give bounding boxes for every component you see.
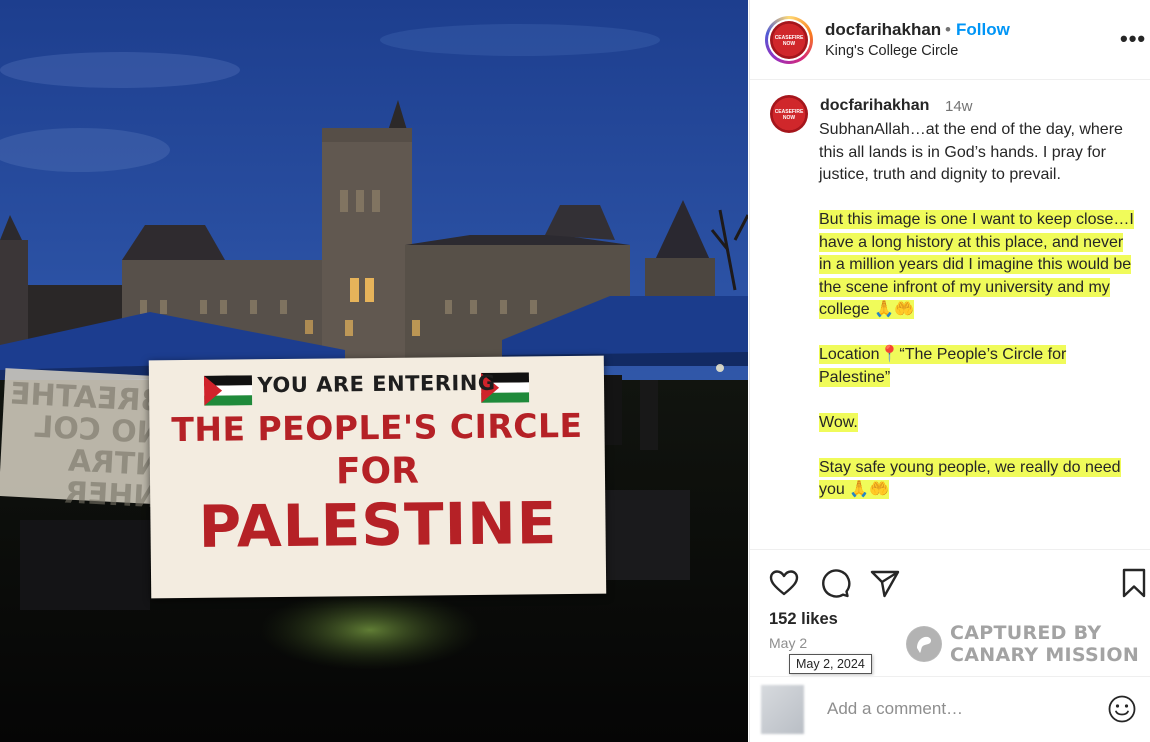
avatar: CEASEFIRE NOW [770, 21, 808, 59]
banner-line-3: FOR [335, 450, 420, 493]
caption-paragraph-highlighted: But this image is one I want to keep clo… [819, 210, 1134, 319]
comment-icon[interactable] [819, 567, 851, 599]
banner-line-2: THE PEOPLE'S CIRCLE [171, 405, 583, 450]
location-link[interactable]: King's College Circle [825, 43, 958, 59]
comment-username[interactable]: docfarihakhan [820, 97, 929, 115]
heart-icon[interactable] [768, 567, 800, 599]
date-tooltip: May 2, 2024 [789, 654, 872, 674]
caption-paragraph: SubhanAllah…at the end of the day, where… [819, 121, 1123, 183]
more-options-icon[interactable]: ••• [1120, 26, 1146, 52]
post-header: CEASEFIRE NOW docfarihakhan • Follow Kin… [750, 0, 1150, 80]
follow-button[interactable]: Follow [956, 20, 1010, 40]
comment-timestamp[interactable]: 14w [945, 98, 973, 115]
add-comment-input[interactable] [825, 698, 1099, 720]
separator-dot: • [945, 20, 951, 39]
post-side-panel: CEASEFIRE NOW docfarihakhan • Follow Kin… [749, 0, 1150, 742]
smiley-icon[interactable] [1107, 694, 1137, 724]
comment-avatar[interactable]: CEASEFIRE NOW [770, 95, 808, 133]
watermark-line-1: CAPTURED BY [950, 622, 1102, 644]
watermark-line-2: CANARY MISSION [950, 644, 1140, 666]
avatar-text: CEASEFIRE NOW [774, 109, 804, 121]
caption-paragraph-highlighted: Location📍“The People’s Circle for Palest… [819, 345, 1067, 387]
canary-logo-icon [906, 626, 942, 662]
likes-count[interactable]: 152 likes [769, 610, 838, 629]
background-banner-text: BREATHE NO COL NTRA NHER [9, 376, 165, 516]
palestine-banner: YOU ARE ENTERING THE PEOPLE'S CIRCLE FOR… [148, 355, 607, 599]
paper-plane-icon[interactable] [869, 567, 901, 599]
blurred-user-avatar [761, 685, 804, 734]
banner-line-1: YOU ARE ENTERING [257, 370, 496, 398]
bookmark-icon[interactable] [1118, 567, 1150, 599]
caption-paragraph-highlighted: Wow. [819, 412, 858, 432]
username-link[interactable]: docfarihakhan [825, 20, 941, 40]
banner-line-4: PALESTINE [198, 489, 558, 561]
post-photo: BREATHE NO COL NTRA NHER YOU ARE ENTERIN… [0, 0, 748, 742]
post-caption: SubhanAllah…at the end of the day, where… [819, 119, 1139, 524]
post-date[interactable]: May 2 [769, 635, 807, 651]
watermark: CAPTURED BY CANARY MISSION [906, 622, 1146, 670]
divider [750, 676, 1150, 677]
caption-paragraph-highlighted: Stay safe young people, we really do nee… [819, 457, 1121, 499]
background-banner: BREATHE NO COL NTRA NHER [0, 368, 164, 515]
story-ring-avatar[interactable]: CEASEFIRE NOW [765, 16, 813, 64]
divider [750, 549, 1150, 550]
